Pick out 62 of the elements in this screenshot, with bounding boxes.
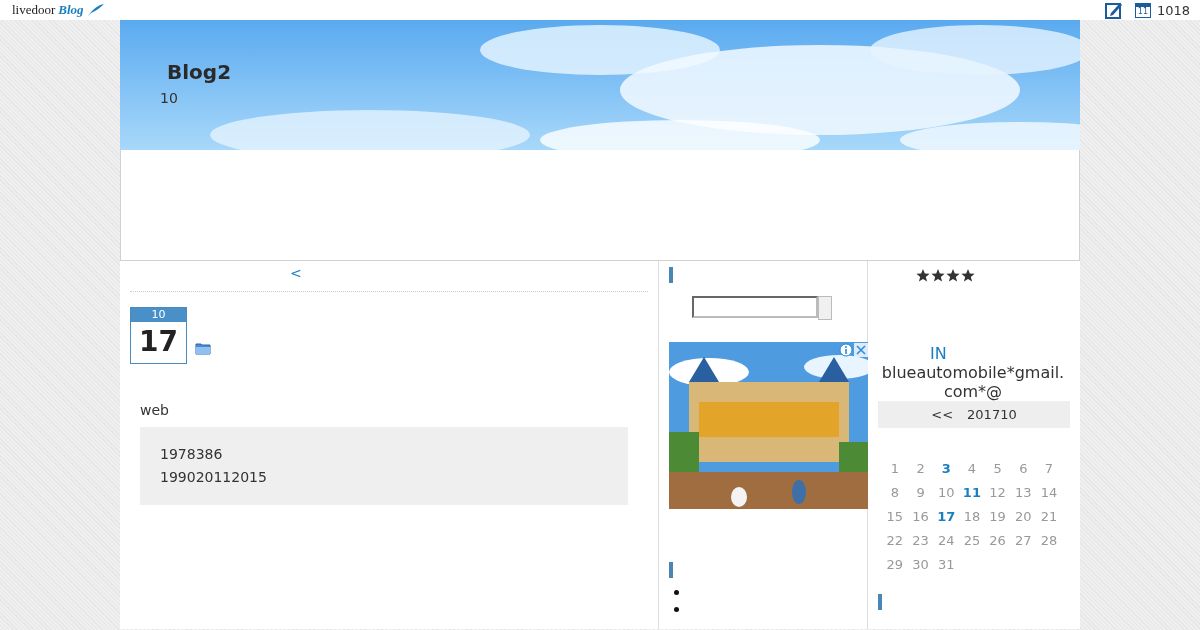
logo-blog-text[interactable]: Blog bbox=[58, 2, 84, 18]
bullet-icon bbox=[674, 590, 679, 595]
calendar-day: 7 bbox=[1036, 460, 1062, 478]
close-icon[interactable] bbox=[854, 343, 868, 357]
calendar-day: 29 bbox=[882, 556, 908, 574]
feather-icon bbox=[86, 3, 105, 17]
calendar-day-link[interactable]: 11 bbox=[959, 484, 985, 502]
previous-link[interactable]: < bbox=[290, 265, 302, 281]
calendar-month: 201710 bbox=[967, 407, 1017, 422]
quote-line: 1978386 bbox=[160, 445, 224, 464]
calendar-day: 14 bbox=[1036, 484, 1062, 502]
calendar-day: 26 bbox=[984, 532, 1011, 550]
calendar-day: 6 bbox=[1010, 460, 1037, 478]
blog-subtitle: 10 bbox=[160, 90, 179, 106]
calendar-day: 25 bbox=[959, 532, 985, 550]
calendar-day: 21 bbox=[1036, 508, 1062, 526]
folder-icon[interactable] bbox=[195, 342, 211, 355]
search-field[interactable] bbox=[692, 296, 818, 318]
section-marker bbox=[669, 562, 673, 578]
calendar-day-link[interactable]: 17 bbox=[933, 508, 960, 526]
calendar-day: 5 bbox=[984, 460, 1011, 478]
calendar-day: 24 bbox=[933, 532, 960, 550]
star-icon bbox=[916, 269, 930, 282]
post-text: web bbox=[140, 402, 170, 418]
quote-line: 199020112015 bbox=[160, 468, 268, 487]
calendar-day: 12 bbox=[984, 484, 1011, 502]
edit-icon[interactable] bbox=[1104, 1, 1123, 19]
calendar-day: 1 bbox=[882, 460, 908, 478]
calendar-day: 23 bbox=[907, 532, 934, 550]
star-icon bbox=[946, 269, 960, 282]
calendar-day: 18 bbox=[959, 508, 985, 526]
date-day: 17 bbox=[131, 322, 186, 362]
previous-month-link[interactable]: << bbox=[931, 407, 954, 422]
calendar-day: 20 bbox=[1010, 508, 1037, 526]
calendar-day: 2 bbox=[907, 460, 934, 478]
star-icon bbox=[931, 269, 945, 282]
calendar-day: 13 bbox=[1010, 484, 1037, 502]
calendar-day: 19 bbox=[984, 508, 1011, 526]
section-marker bbox=[669, 267, 673, 283]
calendar-day: 30 bbox=[907, 556, 934, 574]
in-link[interactable]: IN bbox=[930, 344, 1070, 363]
blog-title[interactable]: Blog2 bbox=[160, 60, 1080, 84]
calendar-day: 31 bbox=[933, 556, 960, 574]
calendar-day-link[interactable]: 3 bbox=[933, 460, 960, 478]
info-icon[interactable] bbox=[839, 343, 853, 357]
star-icon bbox=[961, 269, 975, 282]
count-label: 1018 bbox=[1156, 2, 1190, 18]
calendar-day: 15 bbox=[882, 508, 908, 526]
logo-wordmark[interactable]: livedoor bbox=[12, 2, 56, 18]
email-text: blueautomobile*gmail.com*@ bbox=[880, 363, 1066, 401]
calendar-day: 10 bbox=[933, 484, 960, 502]
calendar-day: 22 bbox=[882, 532, 908, 550]
calendar-day: 9 bbox=[907, 484, 934, 502]
section-marker bbox=[878, 594, 882, 610]
date-month: 10 bbox=[131, 308, 186, 322]
calendar-icon[interactable]: 11 bbox=[1134, 2, 1151, 18]
calendar-day: 4 bbox=[959, 460, 985, 478]
calendar-day: 27 bbox=[1010, 532, 1037, 550]
bullet-icon bbox=[674, 607, 679, 612]
calendar-day: 8 bbox=[882, 484, 908, 502]
calendar-day: 16 bbox=[907, 508, 934, 526]
calendar-day: 28 bbox=[1036, 532, 1062, 550]
